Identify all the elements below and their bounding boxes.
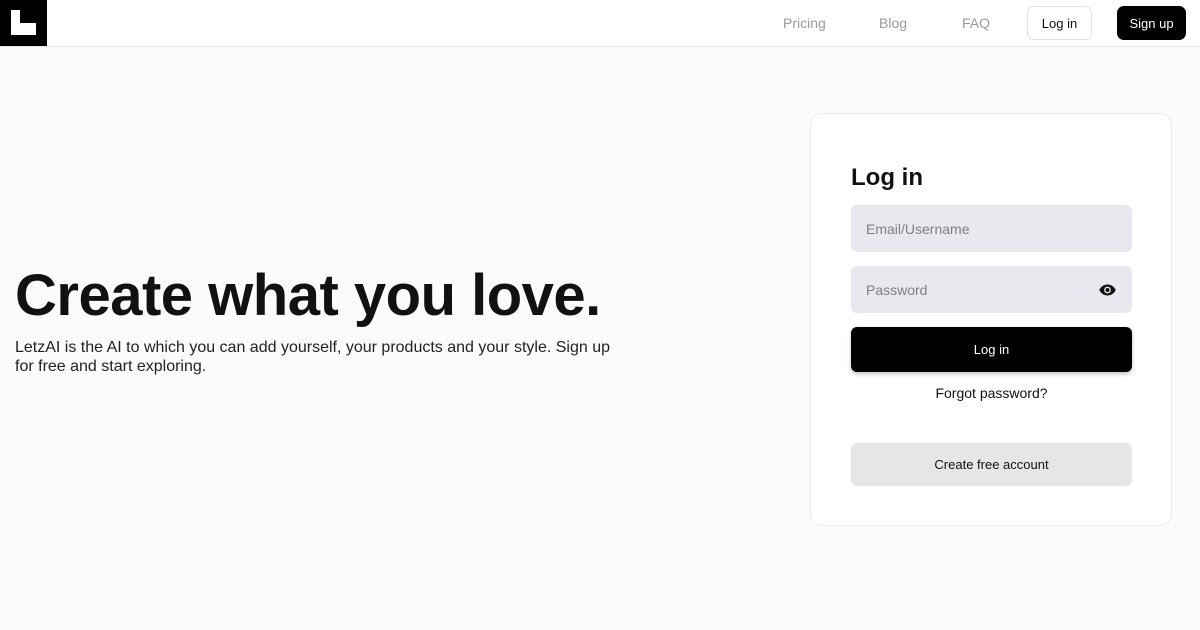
nav-link-faq[interactable]: FAQ (962, 15, 990, 31)
hero-subtitle: LetzAI is the AI to which you can add yo… (15, 339, 610, 375)
hero-title: Create what you love. (15, 263, 601, 328)
login-card-title: Log in (851, 164, 923, 191)
eye-icon (1098, 284, 1116, 296)
home-logo-link[interactable] (0, 0, 47, 46)
forgot-password-link[interactable]: Forgot password? (851, 385, 1132, 401)
nav-link-blog[interactable]: Blog (879, 15, 907, 31)
header-signup-button[interactable]: Sign up (1117, 6, 1186, 40)
top-navigation-bar: Pricing Blog FAQ Log in Sign up (0, 0, 1200, 47)
header-login-button[interactable]: Log in (1027, 6, 1092, 40)
login-card: Log in Log in Forgot password? Create fr… (810, 113, 1172, 526)
letzai-logo-icon (11, 10, 36, 35)
login-submit-button[interactable]: Log in (851, 327, 1132, 372)
email-username-input[interactable] (851, 205, 1132, 252)
password-visibility-toggle[interactable] (1097, 280, 1117, 300)
password-input[interactable] (851, 266, 1132, 313)
nav-link-pricing[interactable]: Pricing (783, 15, 826, 31)
create-free-account-button[interactable]: Create free account (851, 443, 1132, 486)
